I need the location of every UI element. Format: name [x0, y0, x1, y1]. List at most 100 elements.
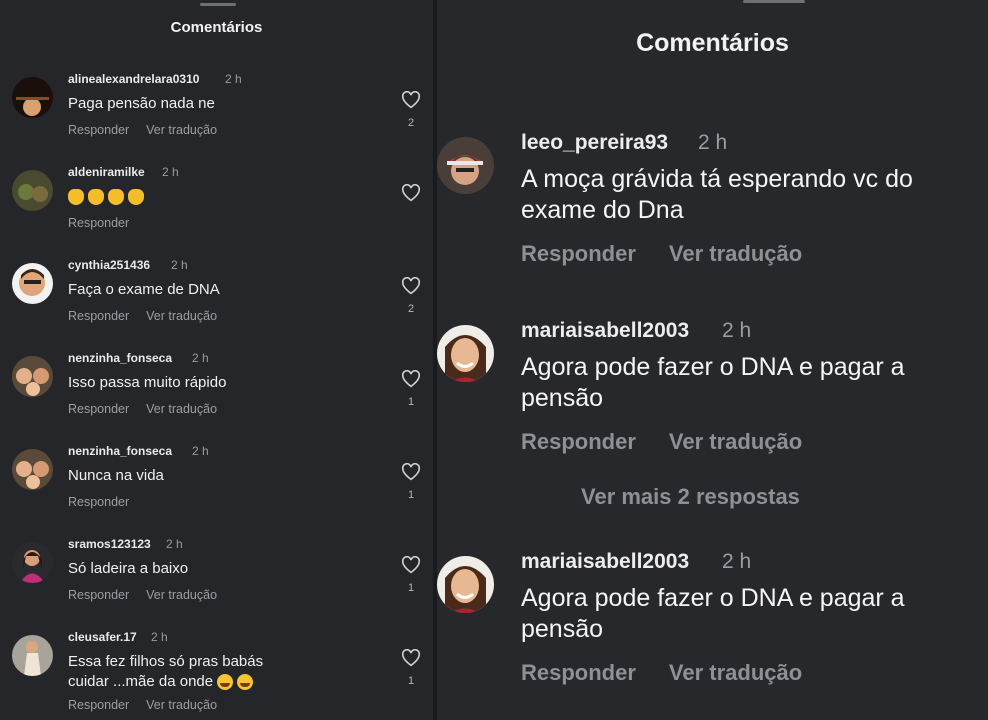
translate-button[interactable]: Ver tradução: [146, 309, 217, 323]
comment-actions: Responder Ver tradução: [521, 429, 802, 455]
comment-actions: Responder: [68, 495, 129, 509]
comment-time: 2 h: [192, 351, 209, 365]
comment-text-block: Essa fez filhos só pras babás cuidar ...…: [68, 652, 308, 692]
translate-button[interactable]: Ver tradução: [669, 429, 802, 454]
translate-button[interactable]: Ver tradução: [146, 588, 217, 602]
reply-button[interactable]: Responder: [68, 588, 129, 602]
comment-time: 2 h: [722, 319, 752, 342]
avatar[interactable]: [12, 170, 53, 211]
like-count: 1: [407, 396, 415, 408]
comment-username[interactable]: cynthia251436: [68, 258, 150, 272]
comment-item: nenzinha_fonseca 2 h Isso passa muito rá…: [0, 351, 433, 446]
comment-username[interactable]: sramos123123: [68, 537, 151, 551]
comment-actions: Responder: [68, 216, 129, 230]
reply-button[interactable]: Responder: [521, 429, 636, 454]
comment-actions: Responder Ver tradução: [68, 698, 217, 712]
comment-time: 2 h: [151, 630, 168, 644]
comment-text: Essa fez filhos só pras babás cuidar ...…: [68, 653, 264, 690]
translate-button[interactable]: Ver tradução: [146, 123, 217, 137]
comment-actions: Responder Ver tradução: [68, 588, 217, 602]
translate-button[interactable]: Ver tradução: [146, 402, 217, 416]
comment-time: 2 h: [225, 72, 242, 86]
comment-time: 2 h: [166, 537, 183, 551]
comment-username[interactable]: alinealexandrelara0310: [68, 72, 199, 86]
comment-text: Agora pode fazer o DNA e pagar a pensão: [521, 584, 905, 643]
comment-actions: Responder Ver tradução: [521, 660, 802, 686]
laughing-face-icon: [237, 674, 254, 691]
right-comments-panel: Comentários leeo_pereira93 2 h A moça gr…: [437, 0, 988, 720]
avatar[interactable]: [12, 77, 53, 118]
clapping-hands-icon: [68, 189, 84, 206]
avatar[interactable]: [12, 449, 53, 490]
reply-button[interactable]: Responder: [521, 660, 636, 685]
comment-text: Só ladeira a baixo: [68, 560, 189, 577]
panel-title: Comentários: [636, 29, 789, 57]
comment-text: Paga pensão nada ne: [68, 95, 215, 112]
translate-button[interactable]: Ver tradução: [669, 660, 802, 685]
comment-item: alinealexandrelara0310 2 h Paga pensão n…: [0, 72, 433, 167]
laughing-face-icon: [217, 674, 234, 691]
comment-username[interactable]: aldeniramilke: [68, 165, 145, 179]
comment-username[interactable]: mariaisabell2003: [521, 319, 689, 343]
avatar[interactable]: [12, 635, 53, 676]
drag-handle[interactable]: [200, 3, 236, 6]
heart-icon[interactable]: [401, 370, 421, 388]
drag-handle[interactable]: [743, 0, 805, 3]
comment-actions: Responder Ver tradução: [521, 241, 802, 267]
comment-time: 2 h: [722, 550, 752, 573]
comment-item: sramos123123 2 h Só ladeira a baixo Resp…: [0, 537, 433, 632]
clapping-hands-icon: [108, 189, 124, 206]
comment-text: Nunca na vida: [68, 467, 164, 484]
avatar[interactable]: [437, 556, 494, 613]
avatar[interactable]: [12, 263, 53, 304]
avatar[interactable]: [12, 542, 53, 583]
clapping-hands-icon: [88, 189, 104, 206]
avatar[interactable]: [437, 325, 494, 382]
comment-time: 2 h: [192, 444, 209, 458]
comment-username[interactable]: nenzinha_fonseca: [68, 351, 172, 365]
like-count: 1: [407, 675, 415, 687]
comment-time: 2 h: [698, 131, 728, 154]
reply-button[interactable]: Responder: [68, 495, 129, 509]
view-more-replies-button[interactable]: Ver mais 2 respostas: [581, 484, 800, 510]
translate-button[interactable]: Ver tradução: [669, 241, 802, 266]
comment-text: Agora pode fazer o DNA e pagar a pensão: [521, 353, 905, 412]
heart-icon[interactable]: [401, 556, 421, 574]
comment-item: nenzinha_fonseca 2 h Nunca na vida Respo…: [0, 444, 433, 539]
heart-icon[interactable]: [401, 649, 421, 667]
comment-username[interactable]: cleusafer.17: [68, 630, 137, 644]
avatar[interactable]: [437, 137, 494, 194]
heart-icon[interactable]: [401, 91, 421, 109]
heart-icon[interactable]: [401, 463, 421, 481]
reply-button[interactable]: Responder: [68, 123, 129, 137]
comment-time: 2 h: [171, 258, 188, 272]
comment-text: Faça o exame de DNA: [68, 281, 220, 298]
reply-button[interactable]: Responder: [521, 241, 636, 266]
like-count: 2: [407, 303, 415, 315]
left-comments-panel: Comentários alinealexandrelara0310 2 h P…: [0, 0, 433, 720]
comment-item: cleusafer.17 2 h Essa fez filhos só pras…: [0, 630, 433, 720]
like-count: 2: [407, 117, 415, 129]
reply-button[interactable]: Responder: [68, 402, 129, 416]
comment-item: cynthia251436 2 h Faça o exame de DNA Re…: [0, 258, 433, 353]
like-count: 1: [407, 582, 415, 594]
translate-button[interactable]: Ver tradução: [146, 698, 217, 712]
comment-username[interactable]: leeo_pereira93: [521, 131, 668, 155]
comment-username[interactable]: nenzinha_fonseca: [68, 444, 172, 458]
clapping-hands-icon: [128, 189, 144, 206]
comment-item: aldeniramilke 2 h Responder: [0, 165, 433, 260]
panel-title: Comentários: [170, 19, 263, 36]
comment-actions: Responder Ver tradução: [68, 309, 217, 323]
heart-icon[interactable]: [401, 277, 421, 295]
comment-text: Isso passa muito rápido: [68, 374, 227, 391]
comment-actions: Responder Ver tradução: [68, 123, 217, 137]
reply-button[interactable]: Responder: [68, 216, 129, 230]
comment-emojis: [68, 187, 368, 207]
comment-text: A moça grávida tá esperando vc do exame …: [521, 165, 913, 224]
reply-button[interactable]: Responder: [68, 698, 129, 712]
reply-button[interactable]: Responder: [68, 309, 129, 323]
avatar[interactable]: [12, 356, 53, 397]
like-count: 1: [407, 489, 415, 501]
comment-username[interactable]: mariaisabell2003: [521, 550, 689, 574]
heart-icon[interactable]: [401, 184, 421, 202]
